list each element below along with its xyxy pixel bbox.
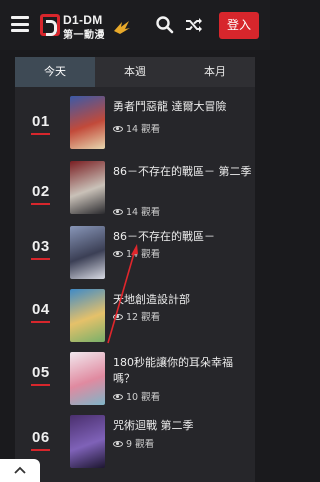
annotation-arrow <box>107 244 138 344</box>
scroll-to-top-button[interactable] <box>0 459 40 482</box>
chevron-up-icon <box>14 466 26 474</box>
